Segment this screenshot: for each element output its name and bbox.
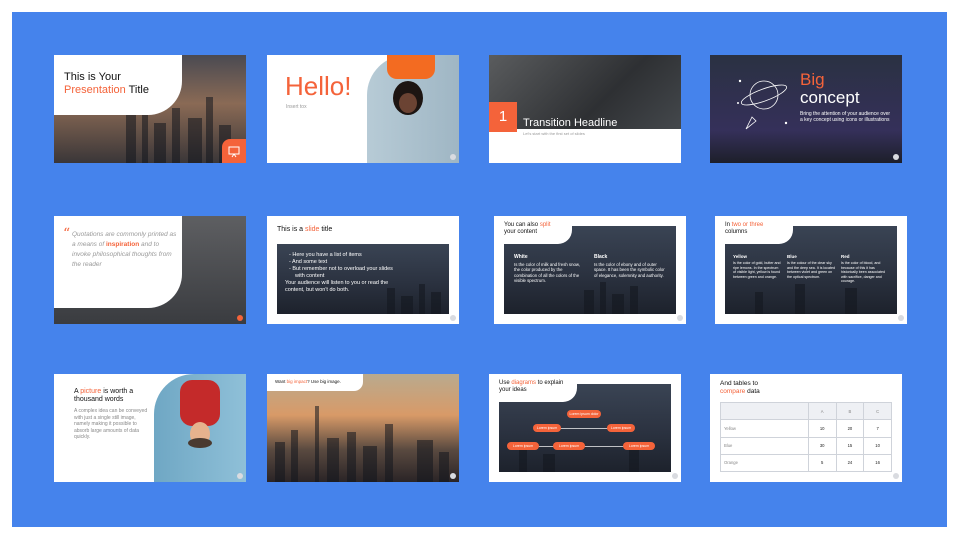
page-dot xyxy=(677,315,683,321)
bullet-item: - Here you have a list of items xyxy=(289,252,362,258)
bullet-item: - And some text xyxy=(289,259,328,265)
slide-title: Use diagrams to explain your ideas xyxy=(499,380,564,393)
column-body: Is the color of milk and fresh snow, the… xyxy=(514,262,580,284)
column-body: Is the colour of the clear sky and the d… xyxy=(787,261,835,279)
column-body: Is the color of blood, and because of th… xyxy=(841,261,885,284)
table-cell: C xyxy=(863,401,892,421)
table-cell: 30 xyxy=(807,436,837,455)
presentation-board-icon xyxy=(222,139,246,163)
page-dot xyxy=(450,154,456,160)
quote-text: Quotations are commonly printed as a mea… xyxy=(72,231,177,268)
slide-thumbnail-1[interactable]: This is Your Presentation Title xyxy=(54,55,246,163)
table-cell xyxy=(720,401,809,421)
page-dot xyxy=(898,315,904,321)
column-title: Red xyxy=(841,254,850,259)
slide-title: This is a slide title xyxy=(277,226,333,233)
section-number: 1 xyxy=(489,102,517,132)
table-cell: 7 xyxy=(863,419,892,438)
table-row: Yellow 10 20 7 xyxy=(720,419,892,438)
column-3: Red Is the color of blood, and because o… xyxy=(841,254,889,284)
page-dot xyxy=(450,315,456,321)
slide-thumbnail-9[interactable]: A picture is worth a thousand words A co… xyxy=(54,374,246,482)
page-dot xyxy=(450,473,456,479)
slide-thumbnail-10[interactable]: Want big impact? Use big image. xyxy=(267,374,459,482)
diagram-node-root: Lorem ipsum dolor xyxy=(567,410,601,418)
bullet-list: - Here you have a list of items - And so… xyxy=(285,252,403,280)
slide-title: Transition Headline xyxy=(523,117,618,129)
slide-body: A complex idea can be conveyed with just… xyxy=(74,408,148,440)
table-header-row: A B C xyxy=(720,401,892,421)
person-photo xyxy=(154,374,246,482)
column-2: Blue Is the colour of the clear sky and … xyxy=(787,254,835,279)
slide-thumbnail-4[interactable]: Big concept Bring the attention of your a… xyxy=(710,55,902,163)
diagram-node: Lorem ipsum xyxy=(533,424,561,432)
portrait-photo xyxy=(367,55,459,163)
column-body: Is the color of ebony and of outer space… xyxy=(594,262,665,278)
column-title: Blue xyxy=(787,254,797,259)
table-cell: 16 xyxy=(863,453,892,473)
column-1: Yellow Is the color of gold, butter and … xyxy=(733,254,781,279)
slide-thumbnail-12[interactable]: And tables to compare data A B C Yellow 1… xyxy=(710,374,902,482)
bullet-item: - But remember not to overload your slid… xyxy=(289,266,393,279)
column-title: Black xyxy=(594,254,608,260)
table-cell: 10 xyxy=(863,436,892,455)
slide-title: Big concept xyxy=(800,70,860,107)
diagram-node: Lorem ipsum xyxy=(623,442,655,450)
column-title: White xyxy=(514,254,528,260)
slide-thumbnail-5[interactable]: “ Quotations are commonly printed as a m… xyxy=(54,216,246,324)
slide-subtitle: Insert tox xyxy=(286,104,307,110)
diagram-node: Lorem ipsum xyxy=(553,442,585,450)
table-cell: A xyxy=(807,401,837,421)
table-cell: 24 xyxy=(835,453,865,473)
content-box: - Here you have a list of items - And so… xyxy=(277,244,449,314)
page-dot xyxy=(893,473,899,479)
slide-subtitle: Let's start with the first set of slides xyxy=(523,131,585,136)
slide-title: A picture is worth a thousand words xyxy=(74,388,134,403)
page-dot xyxy=(237,315,243,321)
slide-title: And tables to compare data xyxy=(720,380,760,395)
table-cell: 20 xyxy=(835,419,865,438)
page-dot xyxy=(672,473,678,479)
slide-thumbnail-2[interactable]: Hello! Insert tox xyxy=(267,55,459,163)
slide-title: In two or three columns xyxy=(725,222,764,235)
data-table: A B C Yellow 10 20 7 Blue 30 15 10 Orang… xyxy=(720,401,892,473)
slide-thumbnail-3[interactable]: 1 Transition Headline Let's start with t… xyxy=(489,55,681,163)
city-photo xyxy=(267,396,459,482)
page-dot xyxy=(893,154,899,160)
slide-thumbnail-11[interactable]: Use diagrams to explain your ideas Lorem… xyxy=(489,374,681,482)
table-cell: 10 xyxy=(807,419,837,438)
slide-title: Want big impact? Use big image. xyxy=(275,379,341,384)
slide-thumbnail-7[interactable]: You can also split your content White Is … xyxy=(494,216,686,324)
slide-title: Hello! xyxy=(285,71,352,101)
quote-mark-icon: “ xyxy=(63,226,71,242)
table-cell: 5 xyxy=(807,453,837,473)
page-dot xyxy=(237,473,243,479)
table-cell: Blue xyxy=(720,436,809,455)
column-2: Black Is the color of ebony and of outer… xyxy=(594,254,666,278)
slide-title: You can also split your content xyxy=(504,222,551,235)
table-cell: 15 xyxy=(835,436,865,455)
slide-body: Your audience will listen to you or read… xyxy=(285,280,389,293)
column-1: White Is the color of milk and fresh sno… xyxy=(514,254,586,284)
table-cell: B xyxy=(835,401,865,421)
slide-thumbnail-8[interactable]: In two or three columns Yellow Is the col… xyxy=(715,216,907,324)
table-row: Blue 30 15 10 xyxy=(720,436,892,455)
planet-rocket-icon xyxy=(734,73,794,140)
slide-thumbnail-6[interactable]: This is a slide title - Here you have a … xyxy=(267,216,459,324)
slide-title: This is Your Presentation Title xyxy=(64,71,149,96)
column-title: Yellow xyxy=(733,254,748,259)
diagram-node: Lorem ipsum xyxy=(507,442,539,450)
column-body: Is the color of gold, butter and ripe le… xyxy=(733,261,781,279)
slide-sorter-panel: This is Your Presentation Title Hello! In… xyxy=(12,12,947,527)
table-cell: Yellow xyxy=(720,419,809,438)
slide-body: Bring the attention of your audience ove… xyxy=(800,111,891,123)
table-row: Orange 5 24 16 xyxy=(720,453,892,473)
table-cell: Orange xyxy=(720,453,809,473)
diagram-node: Lorem ipsum xyxy=(607,424,635,432)
